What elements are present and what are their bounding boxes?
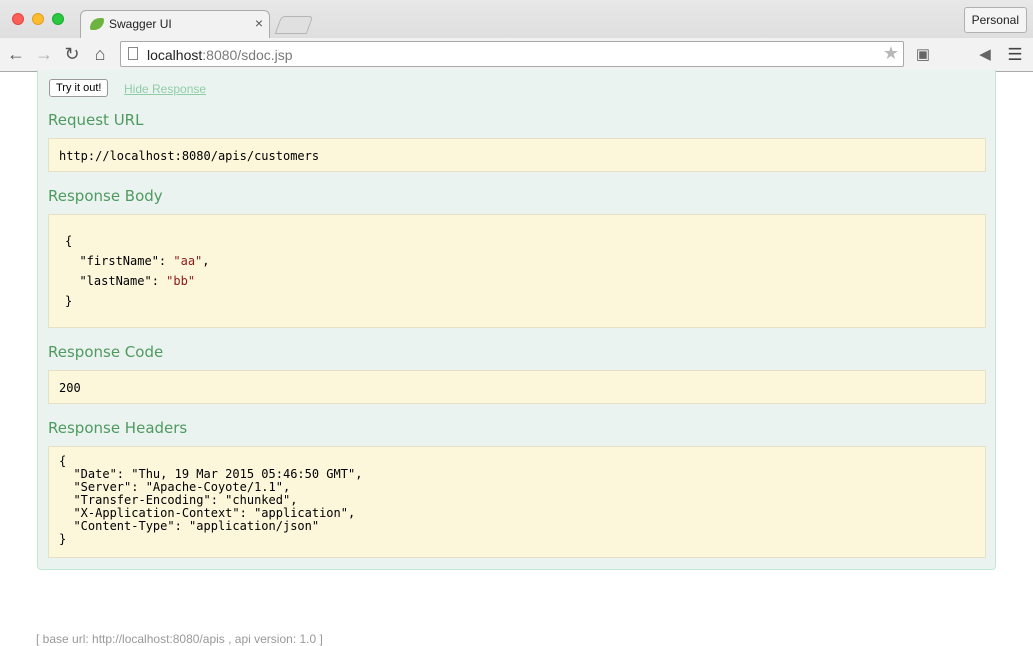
json-value-lastname: "bb" [166,274,196,288]
request-url-label: Request URL [48,111,144,129]
response-code-value: 200 [59,381,81,395]
reload-icon[interactable]: ↻ [60,42,84,66]
page-content: Try it out! Hide Response Request URL ht… [0,70,1033,646]
hide-response-link[interactable]: Hide Response [124,82,206,96]
back-arrow-icon[interactable]: ← [4,42,28,66]
menu-icon[interactable]: ☰ [1004,44,1026,66]
request-url-value: http://localhost:8080/apis/customers [59,149,320,163]
home-icon[interactable]: ⌂ [88,42,112,66]
json-key-lastname: "lastName": [65,274,167,288]
browser-toolbar: ← → ↻ ⌂ localhost:8080/sdoc.jsp ★ ▣ ◀ ☰ [0,38,1033,100]
leaf-icon [90,18,104,30]
window-close-button[interactable] [12,13,24,25]
response-code-block: 200 [48,370,986,404]
url-text: localhost:8080/sdoc.jsp [147,47,293,63]
browser-chrome: Swagger UI × Personal ← → ↻ ⌂ localhost:… [0,0,1033,100]
response-body-block: { "firstName": "aa", "lastName": "bb" } [48,214,986,328]
response-body-json: { "firstName": "aa", "lastName": "bb" } [65,231,210,311]
profile-button[interactable]: Personal [963,7,1027,33]
json-open-brace: { [65,234,73,248]
json-value-firstname: "aa" [173,254,203,268]
url-host: localhost [147,47,203,63]
page-icon [128,47,138,60]
response-body-label: Response Body [48,187,163,205]
api-info-footer: [ base url: http://localhost:8080/apis ,… [36,632,323,646]
window-minimize-button[interactable] [32,13,44,25]
request-url-block: http://localhost:8080/apis/customers [48,138,986,172]
star-icon[interactable]: ★ [883,43,899,64]
window-maximize-button[interactable] [52,13,64,25]
response-code-label: Response Code [48,343,164,361]
tab-title: Swagger UI [109,17,172,31]
json-key-firstname: "firstName": [65,254,174,268]
address-bar[interactable]: localhost:8080/sdoc.jsp ★ [120,41,904,67]
try-it-out-button[interactable]: Try it out! [49,79,109,97]
cast-icon[interactable]: ▣ [912,44,934,66]
json-close-brace: } [65,294,73,308]
response-headers-json: { "Date": "Thu, 19 Mar 2015 05:46:50 GMT… [59,454,363,546]
forward-arrow-icon[interactable]: → [32,42,56,66]
tab-close-icon[interactable]: × [255,15,263,31]
new-tab-button[interactable] [274,16,314,34]
url-path: :8080/sdoc.jsp [202,47,293,63]
json-comma: , [202,254,210,268]
browser-tab[interactable]: Swagger UI × [80,10,270,38]
response-headers-label: Response Headers [48,419,188,437]
operation-panel: Try it out! Hide Response Request URL ht… [37,70,996,570]
response-headers-block: { "Date": "Thu, 19 Mar 2015 05:46:50 GMT… [48,446,986,558]
audio-icon[interactable]: ◀ [974,44,996,66]
